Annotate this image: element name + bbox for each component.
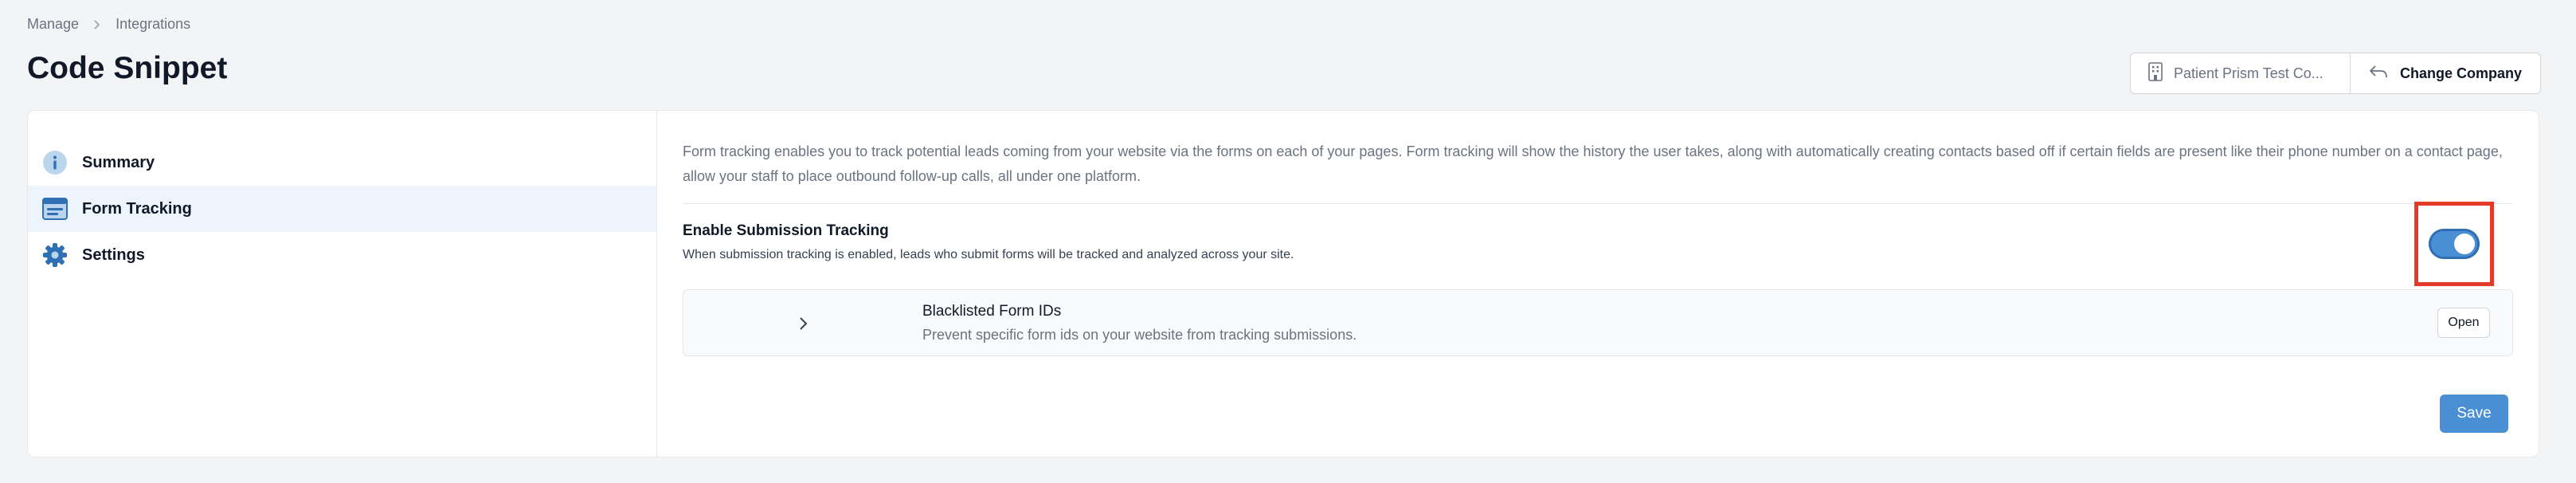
save-button[interactable]: Save bbox=[2440, 395, 2508, 433]
company-actions: Patient Prism Test Co... Change Company bbox=[2130, 53, 2541, 94]
open-button[interactable]: Open bbox=[2437, 308, 2490, 338]
divider bbox=[683, 203, 2513, 204]
sidebar-item-label: Summary bbox=[82, 153, 155, 171]
chevron-right-icon[interactable] bbox=[793, 314, 812, 333]
sidebar-item-settings[interactable]: Settings bbox=[28, 232, 656, 278]
blacklist-description: Prevent specific form ids on your websit… bbox=[922, 327, 1357, 343]
submission-tracking-description: When submission tracking is enabled, lea… bbox=[683, 248, 1294, 261]
form-window-icon bbox=[42, 196, 68, 222]
settings-card: Summary Form Tracking Settings Form trac… bbox=[27, 110, 2539, 457]
company-selector[interactable]: Patient Prism Test Co... bbox=[2131, 53, 2351, 93]
toggle-knob bbox=[2454, 234, 2475, 254]
breadcrumb: Manage Integrations bbox=[27, 16, 190, 33]
company-name: Patient Prism Test Co... bbox=[2174, 65, 2323, 81]
toggle-highlight bbox=[2414, 202, 2494, 286]
blacklisted-form-ids-panel: Blacklisted Form IDs Prevent specific fo… bbox=[683, 289, 2513, 356]
sidebar: Summary Form Tracking Settings bbox=[28, 111, 657, 457]
sidebar-item-form-tracking[interactable]: Form Tracking bbox=[28, 186, 656, 232]
sidebar-item-summary[interactable]: Summary bbox=[28, 139, 656, 186]
blacklist-title: Blacklisted Form IDs bbox=[922, 303, 1062, 320]
info-icon bbox=[42, 150, 68, 175]
chevron-right-icon bbox=[90, 18, 104, 32]
page-title: Code Snippet bbox=[27, 51, 228, 85]
form-tracking-description: Form tracking enables you to track poten… bbox=[683, 143, 2503, 184]
change-company-button[interactable]: Change Company bbox=[2351, 53, 2540, 93]
breadcrumb-integrations[interactable]: Integrations bbox=[115, 16, 190, 33]
submission-tracking-toggle[interactable] bbox=[2429, 229, 2480, 259]
reply-arrow-icon bbox=[2368, 64, 2389, 84]
breadcrumb-manage[interactable]: Manage bbox=[27, 16, 79, 33]
change-company-label: Change Company bbox=[2400, 65, 2523, 81]
sidebar-item-label: Settings bbox=[82, 245, 145, 264]
building-icon bbox=[2148, 61, 2163, 85]
sidebar-item-label: Form Tracking bbox=[82, 199, 192, 218]
gear-icon bbox=[42, 242, 68, 268]
form-tracking-panel: Form tracking enables you to track poten… bbox=[657, 111, 2539, 457]
submission-tracking-title: Enable Submission Tracking bbox=[683, 222, 889, 239]
